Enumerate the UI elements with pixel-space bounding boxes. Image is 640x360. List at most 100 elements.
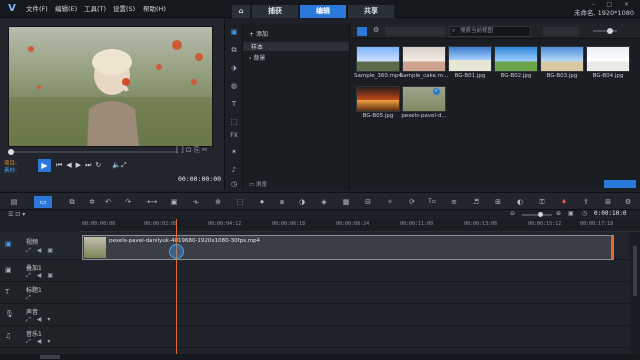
- track-controls[interactable]: ⤢: [26, 294, 31, 302]
- trim-icon[interactable]: ⟷: [146, 196, 158, 208]
- timeline-clip[interactable]: pexels-pavel-danilyuk-4019680-1920x1080-…: [82, 235, 614, 260]
- track-header-music[interactable]: ♫ 音乐1 ⤢◀▾: [0, 326, 80, 348]
- add-folder-button[interactable]: + 添加: [249, 29, 268, 38]
- transition-icon[interactable]: ⬗: [228, 62, 240, 74]
- folder-sample[interactable]: 样本: [243, 42, 349, 51]
- thumb-bg-b04[interactable]: [586, 46, 630, 72]
- mask-icon[interactable]: ◑: [296, 196, 308, 208]
- track-header-voice[interactable]: 🎙 声音 ⤢◀▾: [0, 304, 80, 326]
- thumb-sample-cake[interactable]: [402, 46, 446, 72]
- fit-project-icon[interactable]: ▣: [568, 210, 574, 217]
- thumb-size-slider[interactable]: [593, 30, 617, 32]
- zoom-slider[interactable]: [522, 214, 552, 216]
- zoom-in-icon[interactable]: ⊕: [556, 210, 561, 217]
- scrub-handle[interactable]: [8, 149, 14, 155]
- menu-tools[interactable]: 工具(T): [84, 4, 106, 14]
- crop-icon[interactable]: ⬚: [234, 196, 246, 208]
- scroll-thumb[interactable]: [633, 246, 637, 296]
- audio-duck-icon[interactable]: ◐: [514, 196, 526, 208]
- subtitle-icon[interactable]: ▦: [340, 196, 352, 208]
- split-icon[interactable]: ⟛: [190, 196, 202, 208]
- hscroll-thumb[interactable]: [40, 355, 60, 359]
- preview-frame[interactable]: [8, 26, 213, 147]
- clip-mode[interactable]: 素材-: [4, 166, 17, 174]
- timeline-view-icon[interactable]: ▭: [34, 196, 52, 208]
- menu-edit[interactable]: 编辑(E): [55, 4, 77, 14]
- preferences-icon[interactable]: ⚙: [622, 196, 634, 208]
- auto-music-icon[interactable]: ♬: [470, 196, 482, 208]
- menu-help[interactable]: 帮助(H): [143, 4, 166, 14]
- thumb-size-handle[interactable]: [607, 28, 613, 34]
- play-icon[interactable]: ▶: [38, 159, 51, 172]
- preview-tools-icons[interactable]: [ ] ⊡ ⎘ ✂: [176, 146, 208, 155]
- align-icon[interactable]: ⊕: [212, 196, 224, 208]
- folder-background[interactable]: › 背景: [249, 53, 265, 62]
- playhead[interactable]: [176, 219, 177, 354]
- mixer-icon[interactable]: ⊞: [602, 196, 614, 208]
- tab-home[interactable]: ⌂: [232, 5, 250, 18]
- search-input[interactable]: 搜索当前视图: [449, 26, 531, 37]
- instant-project-icon[interactable]: ⧉: [228, 44, 240, 56]
- speed-icon[interactable]: ◷: [228, 178, 240, 190]
- zoom-handle[interactable]: [538, 212, 543, 217]
- lane-overlay[interactable]: [80, 260, 630, 282]
- audio-icon[interactable]: ♪: [228, 164, 240, 176]
- view-mode-icons[interactable]: [604, 180, 636, 188]
- track-manager-icon[interactable]: ☰ ⊡ ▾: [8, 211, 25, 218]
- media-filter-icons[interactable]: [385, 27, 445, 36]
- tab-share[interactable]: 共享: [348, 5, 394, 18]
- text-icon[interactable]: T▫: [426, 196, 438, 208]
- sort-view-icons[interactable]: [543, 27, 579, 36]
- sound-mixer-icon[interactable]: ≡: [448, 196, 460, 208]
- volume-icon[interactable]: 🔈: [112, 161, 121, 169]
- thumb-pexels-clip[interactable]: ✓: [402, 86, 446, 112]
- motion-icon[interactable]: ✶: [228, 146, 240, 158]
- thumb-bg-b03[interactable]: [540, 46, 584, 72]
- graphics-icon[interactable]: ◍: [228, 80, 240, 92]
- stabilize-icon[interactable]: ⊞: [492, 196, 504, 208]
- export-icon[interactable]: ⇪: [580, 196, 592, 208]
- multicam-icon[interactable]: ⊟: [362, 196, 374, 208]
- record-capture-icon[interactable]: ♦: [558, 196, 570, 208]
- track-controls[interactable]: ⤢◀▾: [26, 316, 56, 324]
- track-header-overlay[interactable]: ▣ 叠加1 ⤢◀▣: [0, 260, 80, 282]
- fullscreen-icon[interactable]: ⤢: [121, 161, 127, 170]
- thumb-sample-360[interactable]: [356, 46, 400, 72]
- track-controls[interactable]: ⤢◀▾: [26, 338, 56, 346]
- redo-icon[interactable]: ↷: [122, 196, 134, 208]
- lock-icon[interactable]: ⚿: [536, 196, 548, 208]
- magic-icon[interactable]: ✲: [86, 196, 98, 208]
- zoom-out-icon[interactable]: ⊖: [510, 210, 515, 217]
- undo-icon[interactable]: ↶: [102, 196, 114, 208]
- horizontal-scrollbar[interactable]: [0, 354, 640, 360]
- lane-title[interactable]: [80, 282, 630, 304]
- record-icon[interactable]: ⏺: [256, 196, 268, 208]
- tab-capture[interactable]: 捕获: [252, 5, 298, 18]
- track-controls[interactable]: ⤢◀▣: [26, 272, 59, 280]
- filter-icon[interactable]: ⬚: [228, 116, 240, 128]
- timeline-readout[interactable]: 0:00:10:0: [594, 210, 627, 217]
- timecode-display[interactable]: 00:00:00:00: [178, 175, 221, 183]
- settings-icon[interactable]: ⚙: [373, 26, 379, 34]
- browse-button[interactable]: ▭ 浏览: [249, 180, 267, 188]
- copy-icon[interactable]: ⧉: [66, 196, 78, 208]
- pan-zoom-icon[interactable]: ⧈: [276, 196, 288, 208]
- motion-track-icon[interactable]: ✧: [384, 196, 396, 208]
- vertical-scrollbar[interactable]: [630, 232, 640, 354]
- tab-edit[interactable]: 编辑: [300, 5, 346, 18]
- thumb-bg-b01[interactable]: [448, 46, 492, 72]
- track-header-title[interactable]: T 标题1 ⤢: [0, 282, 80, 304]
- thumb-bg-b05[interactable]: [356, 86, 400, 112]
- color-icon[interactable]: ◈: [318, 196, 330, 208]
- preview-scrubber[interactable]: [8, 149, 178, 155]
- track-controls[interactable]: ⤢◀▣: [26, 247, 59, 255]
- media-icon[interactable]: ▣: [228, 26, 240, 38]
- snapshot-icon[interactable]: ▣: [168, 196, 180, 208]
- lane-music[interactable]: [80, 326, 630, 348]
- menu-file[interactable]: 文件(F): [26, 4, 48, 14]
- timeline-ruler[interactable]: 00:00:00:00 00:00:02:08 00:00:04:12 00:0…: [80, 219, 640, 232]
- storyboard-view-icon[interactable]: ▤: [8, 196, 20, 208]
- fx-icon[interactable]: FX: [228, 130, 240, 142]
- track-header-video[interactable]: ▣ 视频 ⤢◀▣: [0, 232, 80, 260]
- title-icon[interactable]: T: [228, 98, 240, 110]
